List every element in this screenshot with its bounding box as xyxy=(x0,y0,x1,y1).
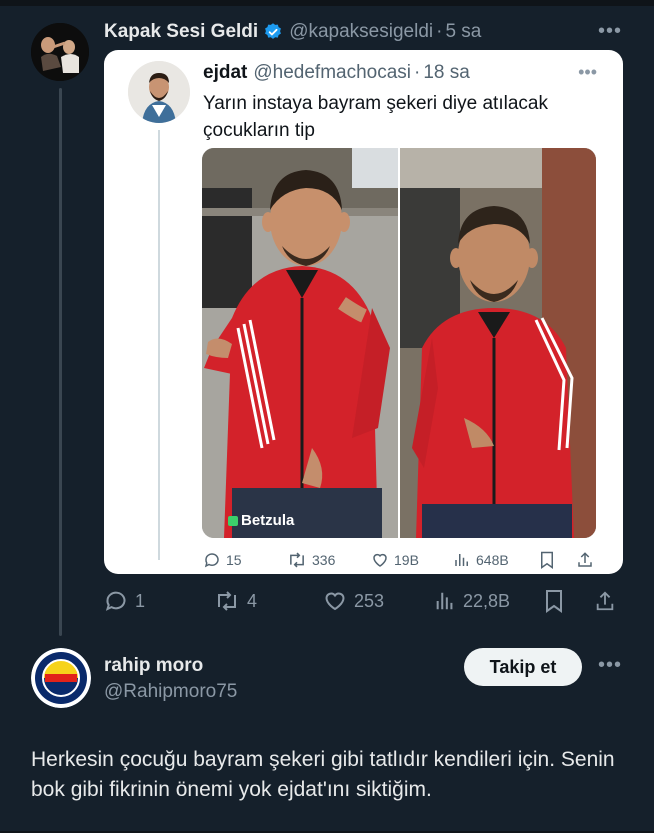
quoted-share-button[interactable] xyxy=(576,551,594,569)
bookmark-button[interactable] xyxy=(544,589,564,613)
quoted-like-button[interactable]: 19B xyxy=(371,551,419,569)
quoted-tweet-actions: 15 336 19B 648B xyxy=(203,547,608,573)
like-count: 253 xyxy=(354,590,385,611)
views-icon xyxy=(436,592,453,610)
bookmark-icon xyxy=(546,590,562,613)
reply-count: 1 xyxy=(135,590,146,611)
reply-author-name[interactable]: rahip moro xyxy=(104,655,203,677)
quoted-tweet-photo[interactable]: Betzula xyxy=(202,148,596,538)
retweet-count: 4 xyxy=(247,590,258,611)
author-avatar[interactable] xyxy=(31,23,89,81)
like-count: 19B xyxy=(394,552,419,568)
tweet-header: Kapak Sesi Geldi @kapaksesigeldi · 5 sa xyxy=(104,18,481,46)
separator-dot: · xyxy=(436,21,443,42)
verified-badge-icon xyxy=(263,22,283,42)
reply-count: 15 xyxy=(226,552,242,568)
retweet-button[interactable]: 4 xyxy=(214,590,257,612)
media-watermark: Betzula xyxy=(228,512,294,529)
quoted-tweet-time[interactable]: 18 sa xyxy=(423,62,469,84)
like-button[interactable]: 253 xyxy=(323,589,384,613)
reply-icon xyxy=(105,591,126,611)
quoted-retweet-button[interactable]: 336 xyxy=(287,551,335,569)
tweet-time[interactable]: 5 sa xyxy=(445,21,481,43)
retweet-icon xyxy=(218,591,236,611)
quoted-thread-line xyxy=(158,130,160,560)
heart-icon xyxy=(373,553,387,567)
views-count: 648B xyxy=(476,552,509,568)
share-icon xyxy=(596,591,614,611)
bookmark-icon xyxy=(541,551,553,569)
tweet-thread-view: Kapak Sesi Geldi @kapaksesigeldi · 5 sa … xyxy=(0,0,654,833)
reply-author-avatar[interactable] xyxy=(31,648,91,708)
quoted-bookmark-button[interactable] xyxy=(539,551,555,569)
top-divider xyxy=(0,0,654,6)
team-logo-icon xyxy=(31,648,91,708)
quoted-author-avatar[interactable] xyxy=(128,61,190,123)
quoted-tweet-text: Yarın instaya bayram şekeri diye atılaca… xyxy=(203,93,548,141)
author-name[interactable]: Kapak Sesi Geldi xyxy=(104,21,258,43)
quoted-views-button[interactable]: 648B xyxy=(453,551,509,569)
watermark-logo-icon xyxy=(228,515,238,526)
reply-button[interactable]: 1 xyxy=(104,589,145,613)
quoted-reply-button[interactable]: 15 xyxy=(203,551,242,569)
watermark-text: Betzula xyxy=(241,512,295,529)
views-button[interactable]: 22,8B xyxy=(434,590,510,612)
reply-icon xyxy=(204,553,219,568)
thread-connector-line xyxy=(59,88,62,636)
views-count: 22,8B xyxy=(463,590,511,611)
quoted-tweet-card[interactable]: ejdat @hedefmachocasi · 18 sa ••• Yarın … xyxy=(104,50,623,574)
photo-image xyxy=(202,148,596,538)
author-handle[interactable]: @kapaksesigeldi xyxy=(289,21,433,43)
retweet-count: 336 xyxy=(312,552,336,568)
heart-icon xyxy=(325,592,345,611)
follow-button[interactable]: Takip et xyxy=(464,648,582,686)
avatar-image xyxy=(128,61,190,123)
separator-dot: · xyxy=(414,62,421,83)
quoted-tweet-header: ejdat @hedefmachocasi · 18 sa xyxy=(203,62,470,84)
quoted-author-handle[interactable]: @hedefmachocasi xyxy=(253,62,411,84)
retweet-icon xyxy=(290,552,304,568)
quoted-more-options-icon[interactable]: ••• xyxy=(578,62,597,83)
reply-text: Herkesin çocuğu bayram şekeri gibi tatlı… xyxy=(31,748,615,801)
share-button[interactable] xyxy=(594,590,616,612)
quoted-author-name[interactable]: ejdat xyxy=(203,62,247,84)
tweet-actions: 1 4 253 22,8B xyxy=(104,586,622,616)
more-options-icon[interactable]: ••• xyxy=(598,20,622,43)
reply-author-handle[interactable]: @Rahipmoro75 xyxy=(104,681,237,703)
share-icon xyxy=(578,552,592,567)
reply-more-options-icon[interactable]: ••• xyxy=(598,654,622,677)
avatar-image xyxy=(31,23,89,81)
views-icon xyxy=(455,554,468,566)
